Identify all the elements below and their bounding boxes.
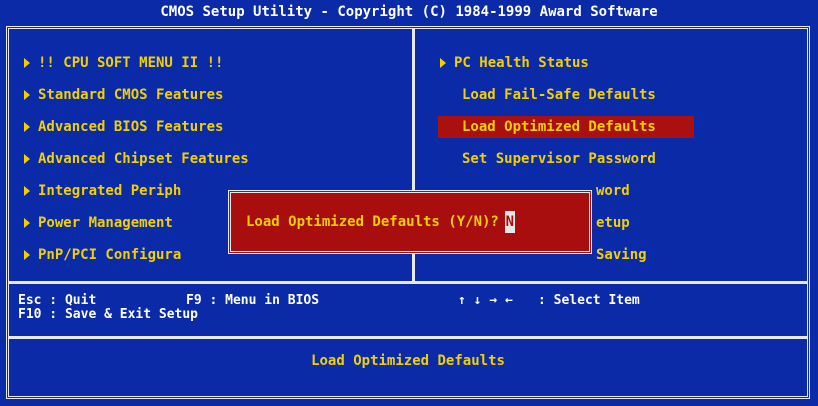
help-save-exit: F10 : Save & Exit Setup (18, 307, 199, 322)
status-bar: Load Optimized Defaults (311, 353, 505, 369)
confirm-dialog-content[interactable]: Load Optimized Defaults (Y/N)? N (246, 211, 515, 233)
menu-item-pnp-pci[interactable]: PnP/PCI Configura (24, 244, 181, 266)
menu-item-cpu-soft-menu[interactable]: !! CPU SOFT MENU II !! (24, 52, 223, 74)
menu-item-set-supervisor-password[interactable]: Set Supervisor Password (462, 148, 656, 170)
help-quit: Esc : Quit (18, 293, 97, 308)
menu-item-advanced-chipset[interactable]: Advanced Chipset Features (24, 148, 249, 170)
menu-item-load-failsafe[interactable]: Load Fail-Safe Defaults (462, 84, 656, 106)
menu-item-save-exit-setup[interactable]: etup (596, 212, 630, 234)
help-arrow-keys: ↑ ↓ → ← (458, 293, 513, 308)
submenu-arrow-icon (440, 58, 446, 68)
submenu-arrow-icon (24, 218, 30, 228)
menu-item-set-user-password[interactable]: word (596, 180, 630, 202)
submenu-arrow-icon (24, 58, 30, 68)
help-select-item: : Select Item (538, 293, 640, 308)
submenu-arrow-icon (24, 250, 30, 260)
menu-item-pc-health[interactable]: PC Health Status (440, 52, 589, 74)
menu-item-advanced-bios[interactable]: Advanced BIOS Features (24, 116, 223, 138)
dialog-prompt: Load Optimized Defaults (Y/N)? (246, 214, 499, 230)
menu-item-power-management[interactable]: Power Management (24, 212, 173, 234)
dialog-answer-input[interactable]: N (504, 211, 515, 233)
menu-item-exit-without-saving[interactable]: Saving (596, 244, 647, 266)
submenu-arrow-icon (24, 90, 30, 100)
submenu-arrow-icon (24, 122, 30, 132)
submenu-arrow-icon (24, 186, 30, 196)
status-divider (9, 336, 807, 339)
menu-item-integrated-peripherals[interactable]: Integrated Periph (24, 180, 181, 202)
help-menu-in-bios: F9 : Menu in BIOS (186, 293, 320, 308)
submenu-arrow-icon (24, 154, 30, 164)
menu-item-load-optimized[interactable]: Load Optimized Defaults (462, 116, 656, 138)
menu-item-standard-cmos[interactable]: Standard CMOS Features (24, 84, 223, 106)
window-title: CMOS Setup Utility - Copyright (C) 1984-… (0, 0, 818, 24)
help-divider (9, 281, 807, 284)
